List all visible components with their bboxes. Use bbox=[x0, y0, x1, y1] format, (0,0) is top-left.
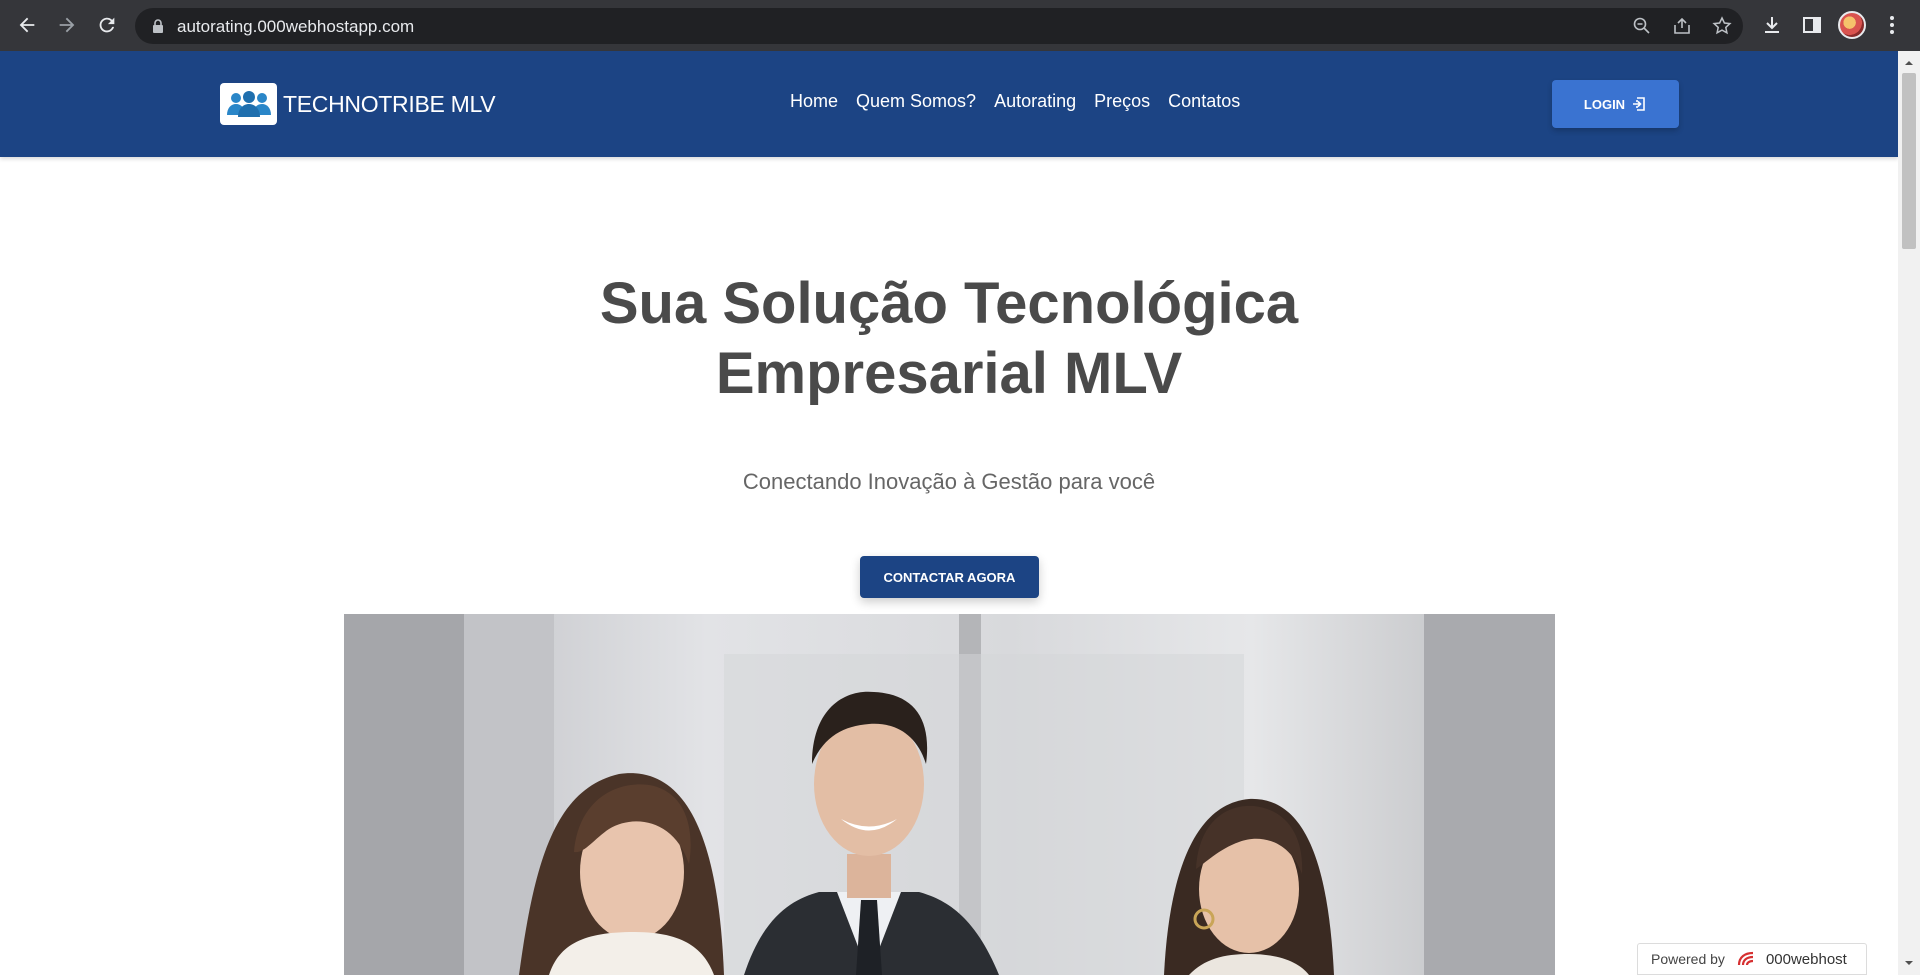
share-icon[interactable] bbox=[1672, 16, 1692, 36]
scroll-thumb[interactable] bbox=[1902, 73, 1916, 249]
profile-avatar[interactable] bbox=[1838, 11, 1866, 39]
powered-by-text: Powered by bbox=[1651, 951, 1725, 967]
brand-logo bbox=[220, 83, 277, 125]
back-icon bbox=[19, 17, 35, 33]
nav-link-quem-somos[interactable]: Quem Somos? bbox=[856, 91, 976, 112]
login-button[interactable]: LOGIN bbox=[1552, 80, 1679, 128]
login-label: LOGIN bbox=[1583, 96, 1626, 112]
back-button[interactable] bbox=[7, 5, 47, 45]
webhost-logo-icon bbox=[1737, 951, 1753, 966]
address-bar[interactable]: autorating.000webhostapp.com bbox=[135, 8, 1743, 44]
team-photo-illustration bbox=[344, 614, 1555, 975]
hero-title-line1: Sua Solução Tecnológica bbox=[599, 271, 1299, 336]
powered-by-badge[interactable]: Powered by 000webhost bbox=[1637, 943, 1867, 975]
scroll-down-icon[interactable] bbox=[1903, 957, 1915, 969]
login-icon bbox=[1633, 97, 1645, 111]
page-scrollbar[interactable] bbox=[1898, 51, 1920, 975]
lock-icon bbox=[153, 19, 163, 33]
nav-link-precos[interactable]: Preços bbox=[1094, 91, 1150, 112]
contact-now-button[interactable]: CONTACTAR AGORA bbox=[860, 556, 1039, 598]
sidepanel-icon bbox=[1803, 17, 1821, 33]
brand-name: TECHNOTRIBE MLV bbox=[283, 90, 496, 117]
team-icon bbox=[226, 91, 271, 117]
download-button[interactable] bbox=[1759, 12, 1785, 38]
page-viewport: TECHNOTRIBE MLV Home Quem Somos? Autorat… bbox=[0, 51, 1898, 975]
zoom-icon[interactable] bbox=[1632, 16, 1652, 36]
hero-title: Sua Solução Tecnológica Empresarial MLV bbox=[0, 269, 1898, 409]
hero-title-line2: Empresarial MLV bbox=[715, 341, 1183, 406]
site-header: TECHNOTRIBE MLV Home Quem Somos? Autorat… bbox=[0, 51, 1898, 157]
side-panel-button[interactable] bbox=[1799, 12, 1825, 38]
scroll-up-icon[interactable] bbox=[1903, 57, 1915, 69]
browser-menu-button[interactable] bbox=[1879, 12, 1905, 38]
forward-icon bbox=[59, 17, 75, 33]
reload-icon bbox=[99, 17, 115, 33]
nav-link-home[interactable]: Home bbox=[790, 91, 838, 112]
url-text: autorating.000webhostapp.com bbox=[177, 17, 415, 36]
star-icon[interactable] bbox=[1712, 16, 1732, 36]
nav-link-autorating[interactable]: Autorating bbox=[994, 91, 1076, 112]
team-photo bbox=[344, 614, 1555, 975]
browser-toolbar: autorating.000webhostapp.com bbox=[0, 0, 1920, 51]
hero-subtitle: Conectando Inovação à Gestão para você bbox=[742, 469, 1156, 494]
main-nav: Home Quem Somos? Autorating Preços Conta… bbox=[790, 91, 1258, 112]
webhost-brand-text: 000webhost bbox=[1765, 950, 1847, 968]
nav-link-contatos[interactable]: Contatos bbox=[1168, 91, 1240, 112]
brand[interactable]: TECHNOTRIBE MLV bbox=[220, 83, 496, 125]
download-icon bbox=[1765, 17, 1779, 33]
reload-button[interactable] bbox=[87, 5, 127, 45]
forward-button[interactable] bbox=[47, 5, 87, 45]
menu-icon bbox=[1890, 16, 1894, 34]
